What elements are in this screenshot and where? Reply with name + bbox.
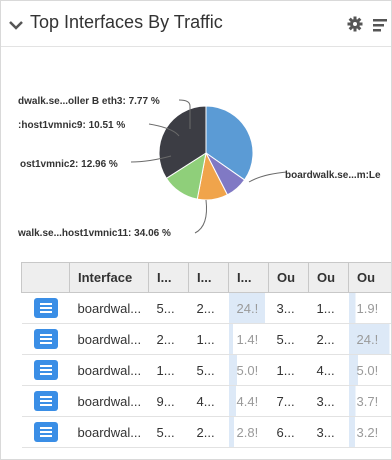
bar-cell: 3.2! xyxy=(348,416,391,448)
cell: 5... xyxy=(188,354,229,386)
bar-cell: 24.! xyxy=(348,323,391,355)
row-menu-button[interactable] xyxy=(33,391,58,411)
column-header[interactable]: Ou xyxy=(308,262,349,293)
bar-cell: 5.0! xyxy=(228,354,269,386)
row-menu-cell xyxy=(21,323,70,355)
row-menu-cell xyxy=(21,385,70,417)
cell: 3... xyxy=(268,292,309,324)
row-menu-button[interactable] xyxy=(33,298,58,318)
traffic-pie-chart: boardwalk.se...m:Le dwalk.se...oller B e… xyxy=(1,48,391,258)
cell: 2... xyxy=(188,416,229,448)
leader-line xyxy=(194,199,207,234)
widget-header: Top Interfaces By Traffic xyxy=(1,1,392,47)
pie-label: walk.se...host1vmnic11: 34.06 % xyxy=(17,228,171,239)
cell: 9... xyxy=(148,385,189,417)
column-header xyxy=(21,262,70,293)
column-header[interactable]: Ou xyxy=(348,262,391,293)
table-row: boardwal... 5... 2... 2.8! 6... 3... 3.2… xyxy=(21,416,391,448)
interfaces-table: Interface I... I... I... Ou Ou Ou boardw… xyxy=(21,262,391,448)
row-menu-cell xyxy=(21,292,70,324)
cell: 2... xyxy=(308,323,349,355)
column-header[interactable]: I... xyxy=(188,262,229,293)
cell: 1... xyxy=(148,354,189,386)
bar-cell: 24.! xyxy=(228,292,269,324)
table-row: boardwal... 1... 5... 5.0! 1... 4... 5.0… xyxy=(21,354,391,386)
widget-title: Top Interfaces By Traffic xyxy=(30,12,223,32)
cell: 1... xyxy=(268,354,309,386)
cell: 5... xyxy=(148,416,189,448)
cell: 2... xyxy=(148,323,189,355)
cell: boardwal... xyxy=(69,416,149,448)
pie-label: boardwalk.se...m:Le xyxy=(285,170,381,181)
bar-cell: 3.7! xyxy=(348,385,391,417)
table-row: boardwal... 5... 2... 24.! 3... 1... 1.9… xyxy=(21,292,391,324)
bar-cell: 1.4! xyxy=(228,323,269,355)
row-menu-button[interactable] xyxy=(33,329,58,349)
pie-label: dwalk.se...oller B eth3: 7.77 % xyxy=(18,96,160,107)
column-header[interactable]: I... xyxy=(148,262,189,293)
menu-icon[interactable] xyxy=(373,18,392,32)
cell: 5... xyxy=(268,323,309,355)
gear-icon[interactable] xyxy=(347,16,363,32)
cell: 3... xyxy=(308,416,349,448)
cell: 7... xyxy=(268,385,309,417)
table-row: boardwal... 2... 1... 1.4! 5... 2... 24.… xyxy=(21,323,391,355)
table-header-row: Interface I... I... I... Ou Ou Ou xyxy=(21,262,391,293)
column-header[interactable]: Ou xyxy=(268,262,309,293)
cell: boardwal... xyxy=(69,354,149,386)
cell: boardwal... xyxy=(69,292,149,324)
row-menu-cell xyxy=(21,416,70,448)
cell: boardwal... xyxy=(69,385,149,417)
column-header[interactable]: I... xyxy=(228,262,269,293)
bar-cell: 4.4! xyxy=(228,385,269,417)
cell: 4... xyxy=(308,354,349,386)
bar-cell: 1.9! xyxy=(348,292,391,324)
column-header[interactable]: Interface xyxy=(69,262,149,293)
cell: 3... xyxy=(308,385,349,417)
cell: 1... xyxy=(308,292,349,324)
pie-label: ost1vmnic2: 12.96 % xyxy=(20,159,118,170)
cell: boardwal... xyxy=(69,323,149,355)
cell: 5... xyxy=(148,292,189,324)
cell: 4... xyxy=(188,385,229,417)
bar-cell: 2.8! xyxy=(228,416,269,448)
pie-label: :host1vmnic9: 10.51 % xyxy=(18,120,125,131)
leader-line xyxy=(248,171,288,183)
row-menu-button[interactable] xyxy=(33,422,58,442)
top-interfaces-widget: Top Interfaces By Traffic boardwalk.se..… xyxy=(0,0,392,460)
bar-cell: 5.0! xyxy=(348,354,391,386)
table-row: boardwal... 9... 4... 4.4! 7... 3... 3.7… xyxy=(21,385,391,417)
cell: 1... xyxy=(188,323,229,355)
cell: 2... xyxy=(188,292,229,324)
cell: 6... xyxy=(268,416,309,448)
chevron-down-icon[interactable] xyxy=(7,16,25,34)
row-menu-cell xyxy=(21,354,70,386)
row-menu-button[interactable] xyxy=(33,360,58,380)
